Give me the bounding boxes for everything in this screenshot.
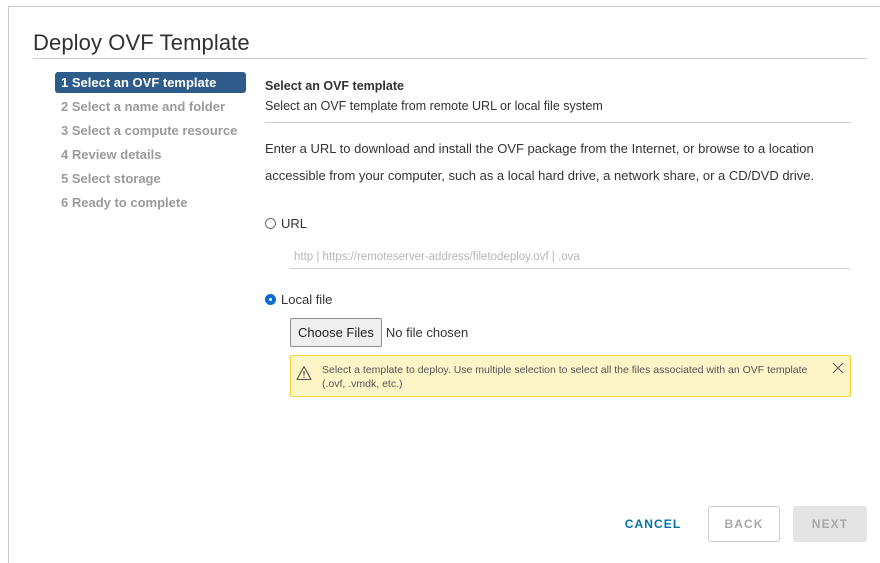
url-input[interactable] [290, 245, 850, 269]
step-select-compute-resource[interactable]: 3 Select a compute resource [55, 120, 247, 144]
step-ready-to-complete[interactable]: 6 Ready to complete [55, 192, 247, 216]
url-option-label: URL [281, 216, 308, 231]
url-radio[interactable] [265, 218, 276, 229]
step-select-name-and-folder[interactable]: 2 Select a name and folder [55, 96, 247, 120]
section-divider [265, 122, 851, 123]
close-icon[interactable] [831, 361, 845, 375]
next-button[interactable]: NEXT [793, 506, 867, 542]
wizard-steps: 1 Select an OVF template 2 Select a name… [55, 72, 247, 216]
step-review-details[interactable]: 4 Review details [55, 144, 247, 168]
title-divider [33, 58, 867, 59]
local-file-radio[interactable] [265, 294, 276, 305]
url-option[interactable]: URL [265, 216, 307, 231]
section-subtitle: Select an OVF template from remote URL o… [265, 99, 603, 113]
local-file-option[interactable]: Local file [265, 292, 332, 307]
section-title: Select an OVF template [265, 79, 404, 93]
warning-icon [296, 365, 312, 381]
file-picker: Choose Files No file chosen [290, 318, 468, 347]
step-select-storage[interactable]: 5 Select storage [55, 168, 247, 192]
choose-files-button[interactable]: Choose Files [290, 318, 382, 347]
section-description: Enter a URL to download and install the … [265, 141, 815, 183]
cancel-button[interactable]: CANCEL [616, 506, 690, 542]
dialog-title: Deploy OVF Template [33, 30, 250, 55]
back-button[interactable]: BACK [708, 506, 780, 542]
alert-message: Select a template to deploy. Use multipl… [322, 364, 808, 390]
local-file-option-label: Local file [281, 292, 333, 307]
warning-alert: Select a template to deploy. Use multipl… [290, 355, 851, 397]
step-select-ovf-template[interactable]: 1 Select an OVF template [55, 72, 246, 93]
file-status: No file chosen [385, 325, 469, 340]
